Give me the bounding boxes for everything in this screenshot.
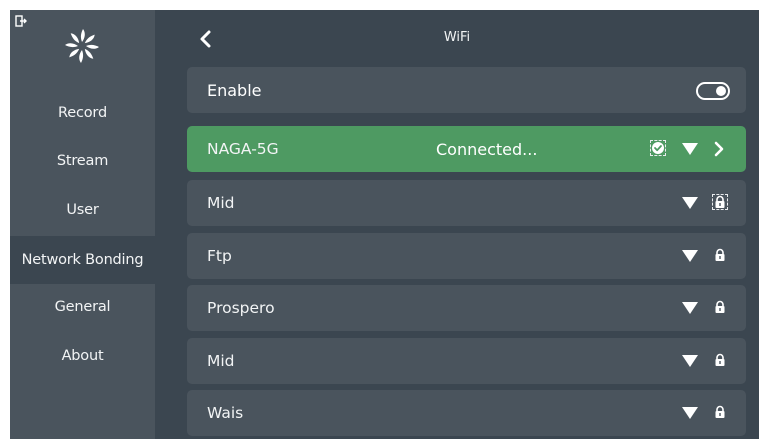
network-name: Wais xyxy=(207,404,244,422)
wifi-icon xyxy=(682,302,698,314)
wifi-icon xyxy=(682,250,698,262)
app-frame: Record Stream User Network Bonding Gener… xyxy=(10,10,759,439)
main-panel: WiFi Enable NAGA-5G Connected... Mid Ftp… xyxy=(155,10,759,439)
network-row[interactable]: Wais xyxy=(187,390,746,436)
lock-icon xyxy=(715,300,725,313)
network-row[interactable]: Mid xyxy=(187,180,746,226)
sidebar-item-network-bonding[interactable]: Network Bonding xyxy=(10,236,155,284)
sidebar-item-stream[interactable]: Stream xyxy=(10,139,155,183)
wifi-icon xyxy=(682,197,698,209)
network-row[interactable]: Prospero xyxy=(187,285,746,331)
lock-icon xyxy=(715,248,725,261)
sidebar-item-label: Network Bonding xyxy=(21,252,144,268)
lock-icon xyxy=(715,353,725,366)
sidebar-item-label: General xyxy=(54,299,111,315)
sidebar: Record Stream User Network Bonding Gener… xyxy=(10,10,155,439)
network-row-connected[interactable]: NAGA-5G Connected... xyxy=(187,126,746,172)
lock-icon xyxy=(715,405,725,418)
sidebar-item-label: Stream xyxy=(56,153,109,169)
sidebar-item-label: User xyxy=(66,202,99,218)
sidebar-item-label: About xyxy=(61,348,104,364)
network-row[interactable]: Ftp xyxy=(187,233,746,279)
page-title: WiFi xyxy=(443,30,471,45)
network-name: Mid xyxy=(207,194,235,212)
enable-toggle[interactable] xyxy=(696,82,730,100)
enable-label: Enable xyxy=(207,80,262,100)
sidebar-item-label: Record xyxy=(58,105,107,121)
network-name: Ftp xyxy=(207,247,232,265)
sidebar-item-general[interactable]: General xyxy=(10,285,155,329)
sidebar-item-about[interactable]: About xyxy=(10,334,155,378)
network-row[interactable]: Mid xyxy=(187,338,746,384)
wifi-icon xyxy=(682,143,698,155)
network-name: Prospero xyxy=(207,299,275,317)
exit-icon[interactable] xyxy=(15,15,27,27)
chevron-right-icon[interactable] xyxy=(713,141,725,157)
lock-icon xyxy=(712,194,728,210)
sidebar-item-record[interactable]: Record xyxy=(10,91,155,135)
network-name: NAGA-5G xyxy=(207,140,279,158)
wifi-icon xyxy=(682,355,698,367)
check-circle-icon xyxy=(650,140,666,156)
wifi-icon xyxy=(682,407,698,419)
enable-row: Enable xyxy=(187,67,746,113)
toggle-knob xyxy=(716,86,726,96)
network-name: Mid xyxy=(207,352,235,370)
logo-icon xyxy=(65,29,99,63)
sidebar-item-user[interactable]: User xyxy=(10,188,155,232)
connection-status: Connected... xyxy=(436,139,538,159)
